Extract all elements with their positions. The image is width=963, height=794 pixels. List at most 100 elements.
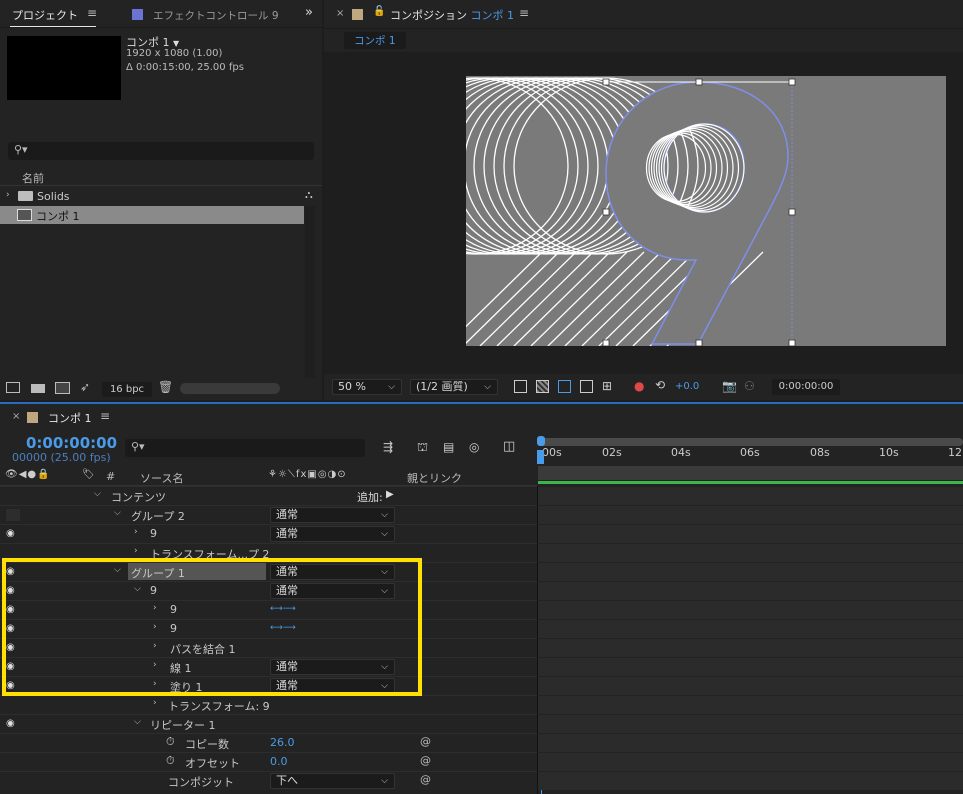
playhead-marker[interactable] [537,450,544,464]
panel-menu-icon[interactable]: ≡ [519,6,529,20]
timeline-tab[interactable]: コンポ 1 [48,410,92,426]
track-bar[interactable] [538,581,963,600]
frame-blending-icon[interactable]: ▤ [443,440,454,454]
current-time-display[interactable]: 0:00:00:00 [772,379,840,395]
snapshot-icon[interactable]: 📷 [722,379,737,393]
show-snapshot-icon[interactable]: ⚇ [744,379,755,393]
project-scrollbar[interactable] [305,206,315,378]
close-icon[interactable]: × [336,8,344,19]
resolution-select[interactable]: (1/2 画質) ⌵ [410,379,498,395]
work-area-range[interactable] [538,466,963,480]
flowchart-icon[interactable]: ⛬ [305,188,313,202]
exposure-value[interactable]: +0.0 [675,381,699,392]
list-item[interactable]: › Solids [0,188,304,205]
trash-icon[interactable]: 🗑 [158,380,173,394]
mask-visibility-icon[interactable] [558,380,571,393]
expression-pickwhip-icon[interactable]: @ [420,735,431,748]
playhead-handle[interactable] [537,436,545,446]
track-bar[interactable] [538,619,963,638]
comp-panel-title[interactable]: コンポジション コンポ 1 [390,7,514,23]
group-2-row[interactable]: ⌵ グループ 2 通常 ⌵ [0,505,537,524]
composite-select[interactable]: 下へ ⌵ [270,773,395,789]
track-bar[interactable] [538,752,963,771]
track-bar[interactable] [538,714,963,733]
stopwatch-icon[interactable]: ⏱ [166,754,175,768]
contents-row[interactable]: ⌵ コンテンツ 追加: ▶ [0,486,537,505]
track-bar[interactable] [538,657,963,676]
track-bar[interactable] [538,676,963,695]
motion-blur-icon[interactable]: ◎ [469,440,479,454]
composite-row[interactable]: コンポジット 下へ ⌵ @ [0,771,537,790]
comp-subtab[interactable]: コンポ 1 [344,32,406,49]
region-of-interest-icon[interactable] [580,380,593,393]
add-menu-icon[interactable]: ▶ [386,489,394,500]
repeater-row[interactable]: ◉ ⌵ リピーター 1 [0,714,537,733]
horizontal-scrollbar[interactable] [180,383,280,394]
track-bar[interactable] [538,771,963,790]
chevron-right-icon[interactable]: › [6,190,10,200]
expression-pickwhip-icon[interactable]: @ [420,754,431,767]
eye-icon[interactable]: ◉ [6,528,20,540]
transparency-grid-icon[interactable] [536,380,549,393]
expand-panels-icon[interactable]: » [305,5,313,20]
offset-value[interactable]: 0.0 [270,755,288,768]
track-bar[interactable] [538,562,963,581]
eye-toggle-off[interactable] [6,509,20,521]
expression-pickwhip-icon[interactable]: @ [420,773,431,786]
tab-effect-controls[interactable]: エフェクトコントロール 9 [153,8,279,23]
chevron-down-icon[interactable]: ⌵ [94,489,101,499]
add-label[interactable]: 追加: [357,489,383,505]
draft-3d-icon[interactable]: ⛫ [417,440,428,456]
blend-mode-select[interactable]: 通常 ⌵ [270,507,395,523]
graph-editor-icon[interactable]: ◫ [503,439,515,454]
track-bar[interactable] [538,524,963,543]
project-search-input[interactable]: ⚲▾ [8,142,314,160]
stopwatch-icon[interactable]: ⏱ [166,735,175,749]
list-item-selected[interactable]: コンポ 1 [0,206,304,224]
track-bar[interactable] [538,505,963,524]
color-channels-icon[interactable]: ● [634,379,644,393]
transform-row[interactable]: › トランスフォーム: 9 [0,695,537,714]
current-timecode[interactable]: 0:00:00:00 [26,434,117,452]
track-bar[interactable] [538,543,963,562]
parent-link-header[interactable]: 親とリンク [407,470,462,486]
new-folder-icon[interactable] [31,384,45,393]
interpret-footage-icon[interactable] [6,382,20,393]
fast-preview-icon[interactable] [514,380,527,393]
exposure-reset-icon[interactable]: ⟲ [655,378,665,392]
path-row[interactable]: ◉ › 9 通常 ⌵ [0,524,537,543]
eye-icon[interactable]: ◉ [6,718,20,730]
track-bar[interactable] [538,733,963,752]
track-bar[interactable] [538,486,963,505]
bpc-button[interactable]: 16 bpc [102,382,152,397]
time-ruler[interactable]: 00s 02s 04s 06s 08s 10s 12 [537,436,963,486]
copies-value[interactable]: 26.0 [270,736,295,749]
comp-canvas[interactable] [466,76,946,346]
track-bar[interactable] [538,600,963,619]
tab-project[interactable]: プロジェクト [12,7,78,23]
timeline-search-input[interactable]: ⚲▾ [125,439,365,457]
chevron-right-icon[interactable]: › [134,546,138,556]
chevron-right-icon[interactable]: › [134,527,138,537]
chevron-down-icon[interactable]: ⌵ [114,508,121,518]
track-bar[interactable] [538,695,963,714]
close-icon[interactable]: × [12,411,20,422]
grid-guides-icon[interactable]: ⊞ [602,379,612,393]
lock-icon[interactable]: 🔓 [373,6,385,17]
name-column-header[interactable]: 名前 [22,170,44,186]
offset-row[interactable]: ⏱ オフセット 0.0 @ [0,752,537,771]
chevron-right-icon[interactable]: › [153,698,157,708]
source-name-header[interactable]: ソース名 [140,470,183,486]
panel-menu-icon[interactable]: ≡ [100,409,110,423]
track-bar[interactable] [538,638,963,657]
zoom-select[interactable]: 50 % ⌵ [332,379,402,395]
chevron-down-icon[interactable]: ⌵ [134,717,141,727]
adjust-icon[interactable]: ➶ [80,380,90,394]
panel-menu-icon[interactable]: ≡ [87,6,97,20]
comp-mini-flowchart-icon[interactable]: ⇶ [383,440,393,454]
new-composition-icon[interactable] [55,382,70,394]
work-area-bar[interactable] [538,438,963,446]
copies-row[interactable]: ⏱ コピー数 26.0 @ [0,733,537,752]
blend-mode-select[interactable]: 通常 ⌵ [270,526,395,542]
panel-divider[interactable] [537,486,538,794]
